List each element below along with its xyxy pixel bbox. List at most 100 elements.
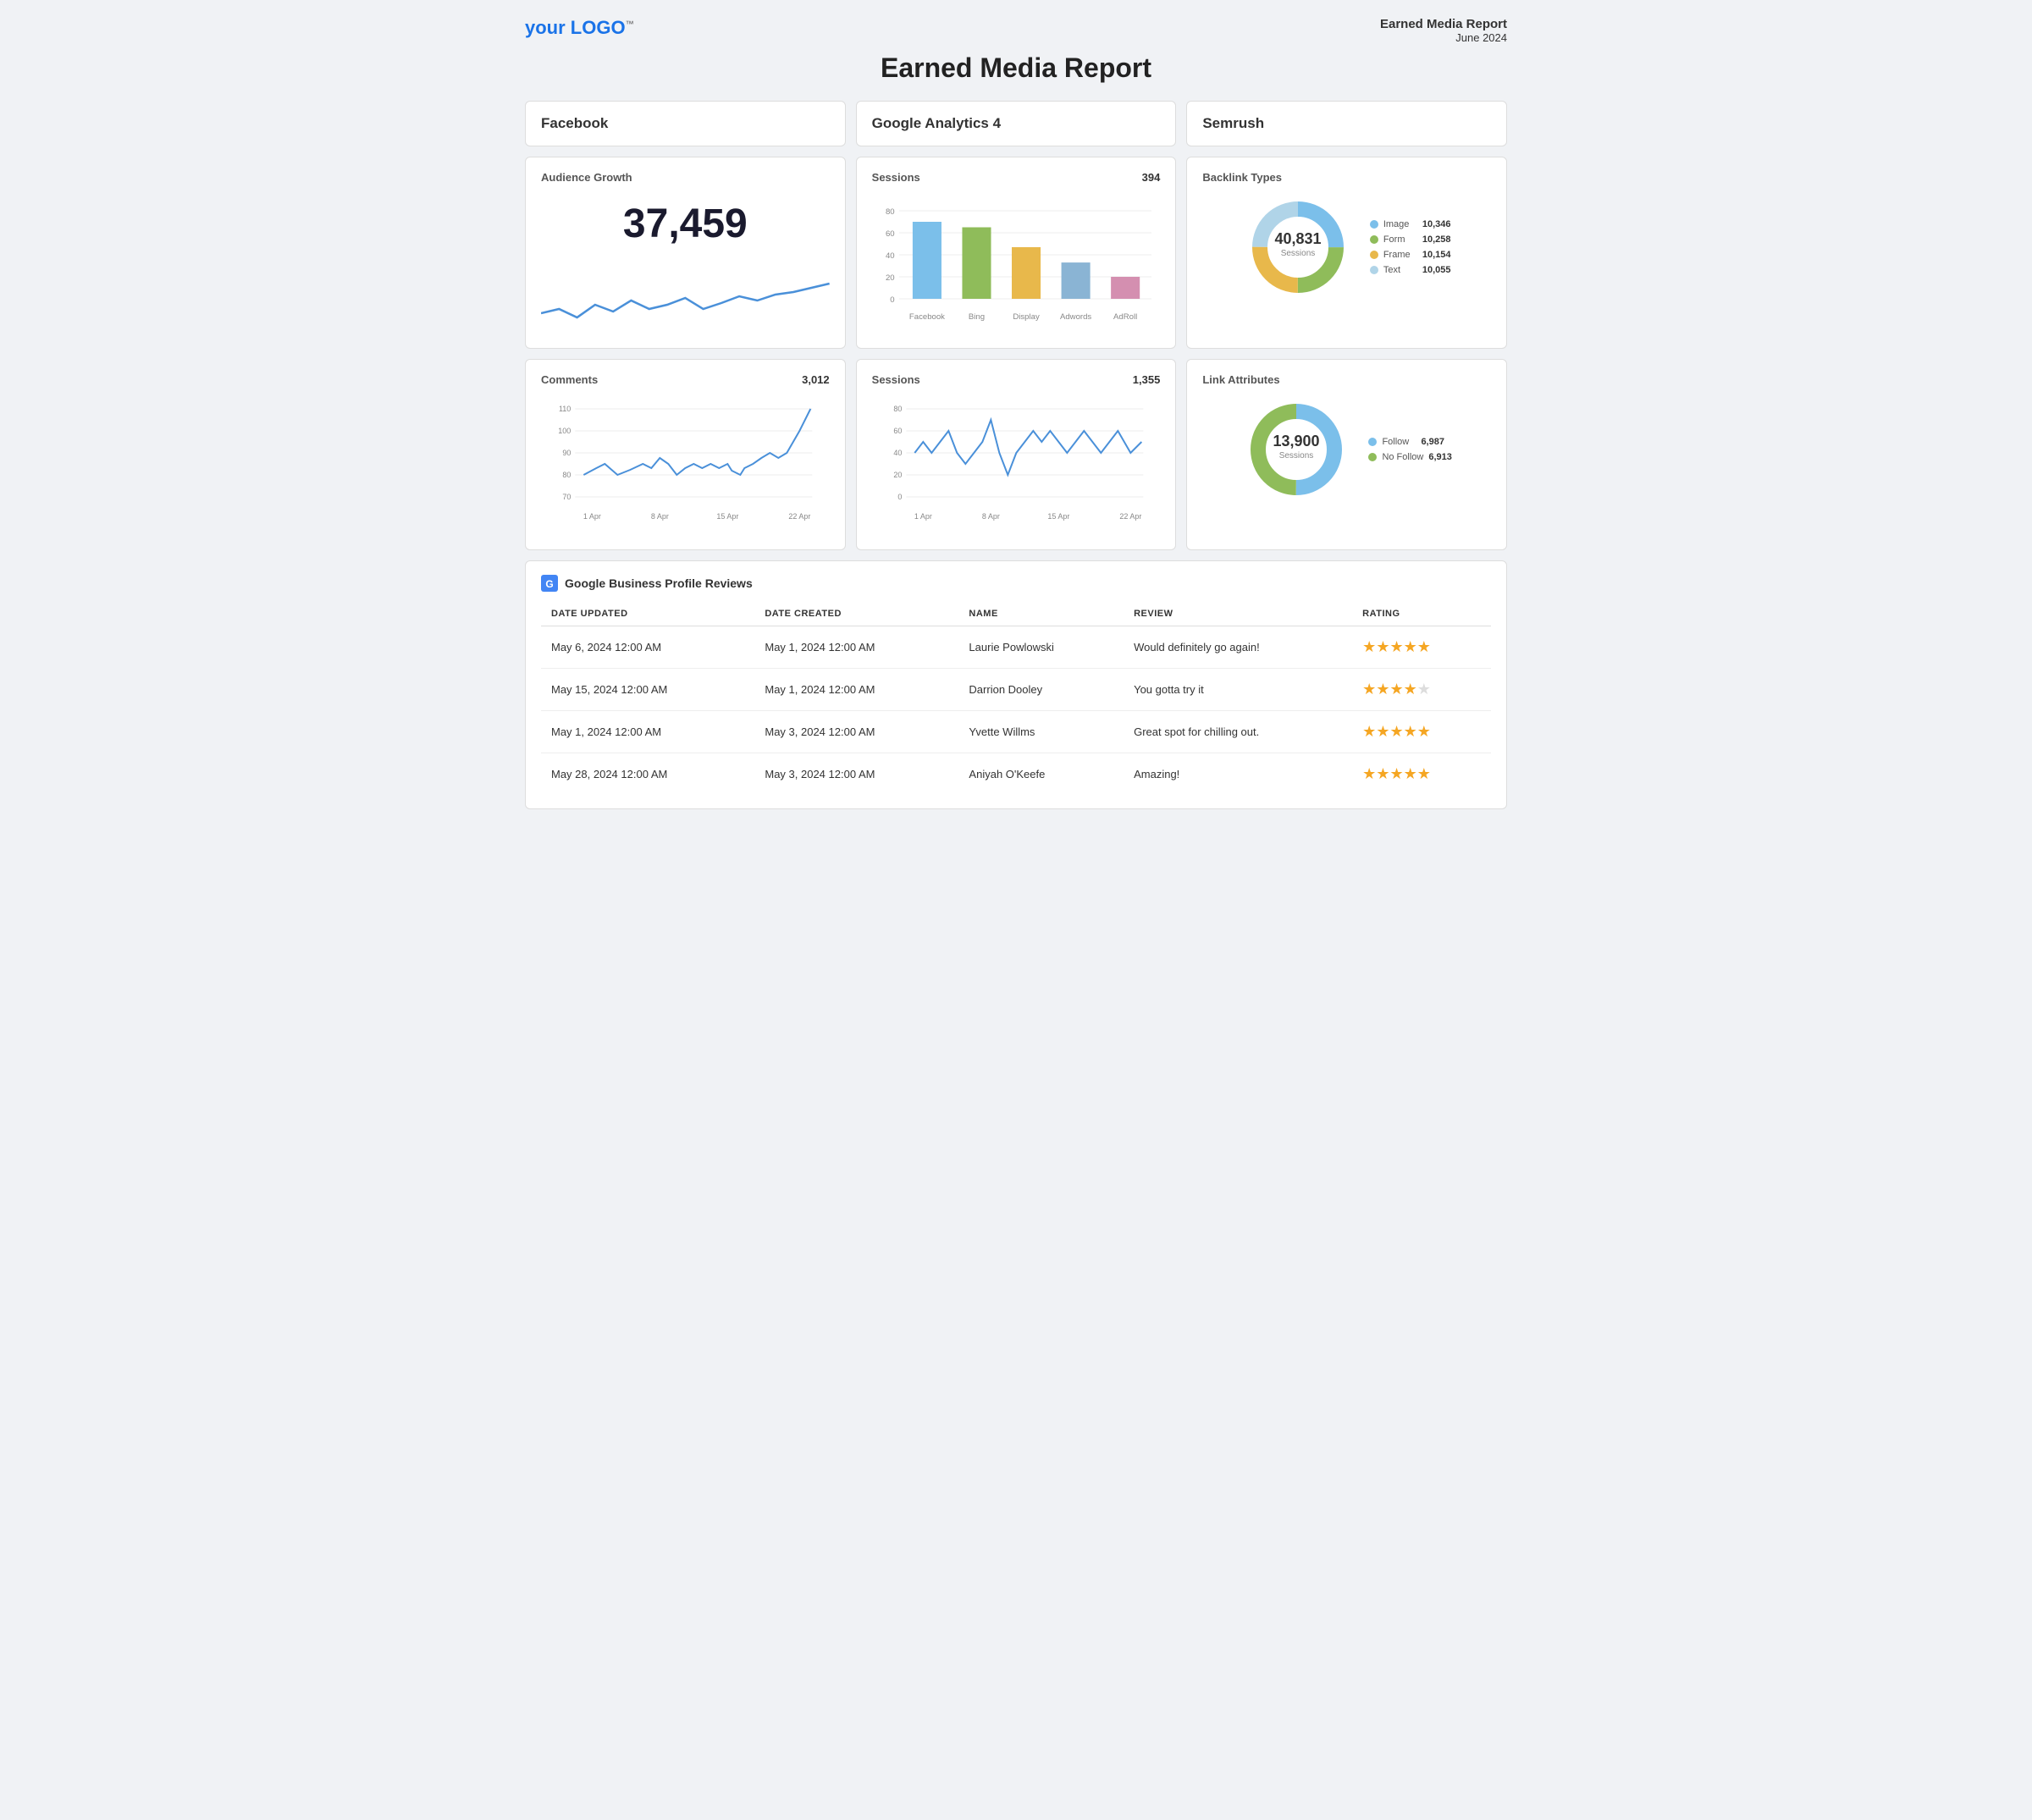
cell-3: Would definitely go again! <box>1124 626 1352 669</box>
backlink-types-card: Backlink Types 40,831 Sessions Image 10,… <box>1186 157 1507 349</box>
svg-text:22 Apr: 22 Apr <box>1119 512 1141 521</box>
star-1: ★ <box>1362 765 1376 782</box>
legend-dot-form <box>1370 235 1378 244</box>
star-5: ★ <box>1417 723 1431 740</box>
report-date-top: June 2024 <box>1380 31 1507 44</box>
link-attributes-donut-container: 13,900 Sessions Follow 6,987 No Follow 6… <box>1202 394 1491 505</box>
legend-form: Form 10,258 <box>1370 234 1451 245</box>
sessions-bar-card: Sessions 394 80 60 40 20 0 Facebook Bing… <box>856 157 1177 349</box>
legend-value-follow: 6,987 <box>1421 437 1444 447</box>
svg-text:90: 90 <box>562 449 571 457</box>
col-review: REVIEW <box>1124 602 1352 626</box>
cell-2: Laurie Powlowski <box>958 626 1124 669</box>
star-5: ★ <box>1417 638 1431 655</box>
svg-text:15 Apr: 15 Apr <box>716 512 738 521</box>
svg-text:20: 20 <box>893 471 902 479</box>
legend-label-image: Image <box>1383 219 1417 229</box>
svg-text:0: 0 <box>890 295 894 304</box>
svg-text:22 Apr: 22 Apr <box>788 512 810 521</box>
svg-text:0: 0 <box>897 493 902 501</box>
star-5: ★ <box>1417 765 1431 782</box>
cell-rating: ★★★★★ <box>1352 669 1491 711</box>
reviews-section: G Google Business Profile Reviews DATE U… <box>525 560 1507 809</box>
star-3: ★ <box>1389 638 1403 655</box>
semrush-section-header: Semrush <box>1186 101 1507 146</box>
backlink-donut-container: 40,831 Sessions Image 10,346 Form 10,258… <box>1202 192 1491 302</box>
legend-value-frame: 10,154 <box>1422 250 1451 260</box>
svg-text:80: 80 <box>562 471 571 479</box>
svg-text:100: 100 <box>558 427 571 435</box>
cell-0: May 15, 2024 12:00 AM <box>541 669 754 711</box>
svg-text:Display: Display <box>1013 312 1040 321</box>
google-analytics-section-header: Google Analytics 4 <box>856 101 1177 146</box>
audience-growth-title: Audience Growth <box>541 171 830 184</box>
cell-0: May 6, 2024 12:00 AM <box>541 626 754 669</box>
gbp-icon: G <box>541 575 558 592</box>
svg-text:Facebook: Facebook <box>909 312 945 321</box>
cell-1: May 3, 2024 12:00 AM <box>754 753 958 796</box>
cell-3: Great spot for chilling out. <box>1124 711 1352 753</box>
svg-text:40: 40 <box>886 251 895 260</box>
svg-text:AdRoll: AdRoll <box>1113 312 1137 321</box>
star-2: ★ <box>1376 681 1389 698</box>
svg-text:13,900: 13,900 <box>1273 433 1320 449</box>
logo: your LOGO™ <box>525 17 634 39</box>
star-4: ★ <box>1404 681 1417 698</box>
reviews-section-label: Google Business Profile Reviews <box>565 576 753 590</box>
svg-text:15 Apr: 15 Apr <box>1047 512 1069 521</box>
legend-text: Text 10,055 <box>1370 265 1451 275</box>
svg-text:1 Apr: 1 Apr <box>583 512 601 521</box>
cell-2: Aniyah O'Keefe <box>958 753 1124 796</box>
cards-row-2: Comments 3,012 110 100 90 80 70 1 Apr 8 … <box>525 359 1507 550</box>
svg-text:1 Apr: 1 Apr <box>914 512 931 521</box>
svg-text:40,831: 40,831 <box>1274 230 1321 247</box>
legend-label-text: Text <box>1383 265 1417 275</box>
svg-text:60: 60 <box>893 427 902 435</box>
svg-text:110: 110 <box>559 405 571 413</box>
svg-text:20: 20 <box>886 273 895 282</box>
svg-text:Sessions: Sessions <box>1281 249 1316 258</box>
svg-text:Sessions: Sessions <box>1279 451 1314 461</box>
link-attributes-donut-chart: 13,900 Sessions <box>1241 394 1351 505</box>
star-2: ★ <box>1376 723 1389 740</box>
sessions-line-value: 1,355 <box>1133 373 1161 386</box>
cell-0: May 28, 2024 12:00 AM <box>541 753 754 796</box>
svg-text:60: 60 <box>886 229 895 238</box>
legend-dot-text <box>1370 266 1378 274</box>
legend-dot-frame <box>1370 251 1378 259</box>
legend-label-form: Form <box>1383 234 1417 245</box>
logo-tm: ™ <box>626 20 634 30</box>
cell-rating: ★★★★★ <box>1352 626 1491 669</box>
legend-label-frame: Frame <box>1383 250 1417 260</box>
legend-follow: Follow 6,987 <box>1368 437 1451 447</box>
star-2: ★ <box>1376 765 1389 782</box>
link-attributes-legend: Follow 6,987 No Follow 6,913 <box>1368 437 1451 462</box>
cell-rating: ★★★★★ <box>1352 711 1491 753</box>
comments-chart: 110 100 90 80 70 1 Apr 8 Apr 15 Apr 22 A… <box>541 396 830 532</box>
legend-label-follow: Follow <box>1382 437 1416 447</box>
table-row: May 15, 2024 12:00 AMMay 1, 2024 12:00 A… <box>541 669 1491 711</box>
comments-title: Comments <box>541 373 830 386</box>
cell-2: Yvette Willms <box>958 711 1124 753</box>
legend-value-form: 10,258 <box>1422 234 1451 245</box>
table-row: May 1, 2024 12:00 AMMay 3, 2024 12:00 AM… <box>541 711 1491 753</box>
backlink-legend: Image 10,346 Form 10,258 Frame 10,154 Te… <box>1370 219 1451 275</box>
star-5: ★ <box>1417 681 1431 698</box>
link-attributes-title: Link Attributes <box>1202 373 1491 386</box>
cell-1: May 3, 2024 12:00 AM <box>754 711 958 753</box>
cell-0: May 1, 2024 12:00 AM <box>541 711 754 753</box>
reviews-header-row: DATE UPDATED DATE CREATED NAME REVIEW RA… <box>541 602 1491 626</box>
audience-growth-card: Audience Growth 37,459 <box>525 157 846 349</box>
legend-value-text: 10,055 <box>1422 265 1451 275</box>
report-title-top: Earned Media Report <box>1380 17 1507 31</box>
report-header-info: Earned Media Report June 2024 <box>1380 17 1507 44</box>
cell-2: Darrion Dooley <box>958 669 1124 711</box>
reviews-header: G Google Business Profile Reviews <box>541 575 1491 592</box>
star-4: ★ <box>1404 765 1417 782</box>
svg-text:8 Apr: 8 Apr <box>651 512 669 521</box>
svg-text:Bing: Bing <box>969 312 985 321</box>
legend-value-image: 10,346 <box>1422 219 1451 229</box>
legend-label-nofollow: No Follow <box>1382 452 1423 462</box>
sessions-line-chart: 80 60 40 20 0 1 Apr 8 Apr 15 Apr 22 Apr <box>872 396 1161 532</box>
col-date-updated: DATE UPDATED <box>541 602 754 626</box>
